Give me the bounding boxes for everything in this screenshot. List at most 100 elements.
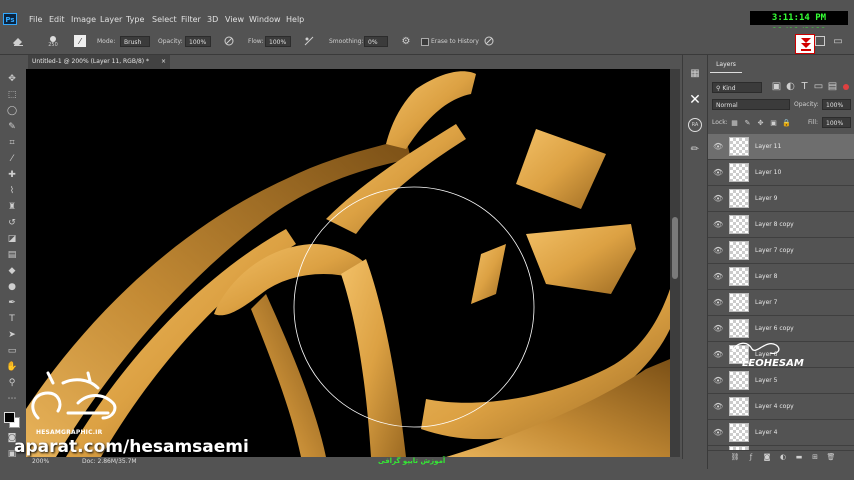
pressure-opacity-icon[interactable] — [222, 35, 236, 47]
layers-tab[interactable]: Layers — [710, 58, 742, 73]
dodge-tool-icon[interactable]: ● — [5, 281, 19, 293]
type-tool-icon[interactable]: T — [5, 313, 19, 325]
document-tab[interactable]: Untitled-1 @ 200% (Layer 11, RGB/8) * × — [28, 55, 170, 69]
layer-row[interactable]: 👁 Layer 11 — [708, 134, 854, 160]
filter-toggle-icon[interactable] — [843, 84, 849, 90]
rectangle-tool-icon[interactable]: ▭ — [5, 345, 19, 357]
erase-to-history-checkbox[interactable] — [421, 38, 429, 46]
document-info[interactable]: Doc: 2.86M/35.7M — [82, 458, 137, 465]
download-manager-icon[interactable] — [795, 34, 815, 54]
layer-style-icon[interactable]: ƒ — [746, 452, 756, 462]
eraser-tool-icon[interactable] — [10, 35, 26, 47]
workspace-icon[interactable] — [815, 36, 825, 46]
layer-opacity-input[interactable]: 100% — [822, 99, 851, 110]
zoom-level[interactable]: 200% — [32, 458, 49, 465]
share-icon[interactable]: ▭ — [833, 35, 843, 47]
brush-tool-icon[interactable]: ⌇ — [5, 185, 19, 197]
visibility-eye-icon[interactable]: 👁 — [713, 246, 723, 255]
close-tab-icon[interactable]: × — [161, 55, 166, 69]
opacity-input[interactable]: 100% — [185, 36, 211, 47]
fill-input[interactable]: 100% — [822, 117, 851, 128]
menu-3d[interactable]: 3D — [207, 15, 218, 24]
quick-select-tool-icon[interactable]: ✎ — [5, 121, 19, 133]
brush-preset-picker[interactable]: 250 — [44, 33, 62, 51]
scrollbar-thumb[interactable] — [672, 217, 678, 279]
close-x-icon[interactable]: ✕ — [688, 92, 702, 108]
new-layer-icon[interactable]: ⊞ — [810, 452, 820, 462]
hand-tool-icon[interactable]: ✋ — [5, 361, 19, 373]
more-tools-icon[interactable]: ⋯ — [5, 393, 19, 405]
lock-all-icon[interactable]: 🔒 — [782, 118, 791, 127]
layer-row[interactable]: 👁 Layer 8 copy — [708, 212, 854, 238]
pressure-size-icon[interactable] — [482, 35, 496, 47]
link-layers-icon[interactable]: ⛓ — [730, 452, 740, 462]
menu-filter[interactable]: Filter — [181, 15, 201, 24]
move-tool-icon[interactable]: ✥ — [5, 73, 19, 85]
layer-row[interactable]: 👁 Layer 7 — [708, 290, 854, 316]
layer-row[interactable]: 👁 Layer 8 — [708, 264, 854, 290]
menu-edit[interactable]: Edit — [49, 15, 65, 24]
layer-row[interactable]: 👁 Layer 4 — [708, 420, 854, 446]
menu-select[interactable]: Select — [152, 15, 177, 24]
filter-type-icon[interactable]: T — [800, 81, 809, 92]
history-brush-tool-icon[interactable]: ↺ — [5, 217, 19, 229]
airbrush-icon[interactable] — [302, 35, 316, 47]
layer-row[interactable]: 👁 Layer 4 copy — [708, 394, 854, 420]
clone-stamp-tool-icon[interactable]: ♜ — [5, 201, 19, 213]
eyedropper-tool-icon[interactable]: ⁄ — [5, 153, 19, 165]
visibility-eye-icon[interactable]: 👁 — [713, 324, 723, 333]
flow-input[interactable]: 100% — [265, 36, 291, 47]
mode-select[interactable]: Brush — [120, 36, 150, 47]
menu-file[interactable]: File — [29, 15, 42, 24]
path-select-tool-icon[interactable]: ➤ — [5, 329, 19, 341]
layer-row[interactable]: 👁 Layer 7 copy — [708, 238, 854, 264]
lock-transparent-icon[interactable]: ▦ — [730, 118, 739, 127]
menu-window[interactable]: Window — [249, 15, 281, 24]
ra-plugin-icon[interactable]: RA — [688, 118, 702, 132]
brush-settings-icon[interactable]: ⁄ — [74, 35, 86, 47]
gear-icon[interactable]: ⚙ — [400, 35, 412, 47]
visibility-eye-icon[interactable]: 👁 — [713, 194, 723, 203]
zoom-tool-icon[interactable]: ⚲ — [5, 377, 19, 389]
menu-help[interactable]: Help — [286, 15, 304, 24]
visibility-eye-icon[interactable]: 👁 — [713, 298, 723, 307]
layer-mask-icon[interactable]: ◙ — [762, 452, 772, 462]
adjustment-layer-icon[interactable]: ◐ — [778, 452, 788, 462]
filter-adjustment-icon[interactable]: ◐ — [786, 81, 795, 92]
menu-image[interactable]: Image — [71, 15, 96, 24]
history-panel-icon[interactable]: ▦ — [689, 67, 701, 79]
filter-pixel-icon[interactable]: ▣ — [772, 81, 781, 92]
filter-kind-select[interactable]: ⚲ Kind — [712, 82, 762, 93]
foreground-color-swatch[interactable] — [4, 412, 15, 423]
layer-row[interactable]: 👁 Layer 10 — [708, 160, 854, 186]
visibility-eye-icon[interactable]: 👁 — [713, 428, 723, 437]
lasso-tool-icon[interactable]: ◯ — [5, 105, 19, 117]
group-folder-icon[interactable]: ▬ — [794, 452, 804, 462]
lock-artboard-icon[interactable]: ▣ — [769, 118, 778, 127]
brushes-panel-icon[interactable]: ✏ — [689, 143, 701, 155]
vertical-scrollbar[interactable] — [670, 69, 680, 457]
crop-tool-icon[interactable]: ⌗ — [5, 137, 19, 149]
eraser-tool-icon[interactable]: ◪ — [5, 233, 19, 245]
filter-shape-icon[interactable]: ▭ — [814, 81, 823, 92]
trash-icon[interactable]: 🗑 — [826, 452, 836, 462]
layer-row[interactable]: 👁 Layer 9 — [708, 186, 854, 212]
lock-position-icon[interactable]: ✥ — [756, 118, 765, 127]
lock-pixels-icon[interactable]: ✎ — [743, 118, 752, 127]
visibility-eye-icon[interactable]: 👁 — [713, 376, 723, 385]
gradient-tool-icon[interactable]: ▤ — [5, 249, 19, 261]
healing-brush-tool-icon[interactable]: ✚ — [5, 169, 19, 181]
blur-tool-icon[interactable]: ◆ — [5, 265, 19, 277]
visibility-eye-icon[interactable]: 👁 — [713, 272, 723, 281]
menu-type[interactable]: Type — [126, 15, 144, 24]
layer-row[interactable]: 👁 Layer 5 — [708, 368, 854, 394]
marquee-tool-icon[interactable]: ⬚ — [5, 89, 19, 101]
menu-layer[interactable]: Layer — [100, 15, 122, 24]
visibility-eye-icon[interactable]: 👁 — [713, 142, 723, 151]
smoothing-input[interactable]: 0% — [364, 36, 388, 47]
filter-smart-icon[interactable]: ▤ — [828, 81, 837, 92]
visibility-eye-icon[interactable]: 👁 — [713, 350, 723, 359]
pen-tool-icon[interactable]: ✒ — [5, 297, 19, 309]
visibility-eye-icon[interactable]: 👁 — [713, 220, 723, 229]
visibility-eye-icon[interactable]: 👁 — [713, 168, 723, 177]
